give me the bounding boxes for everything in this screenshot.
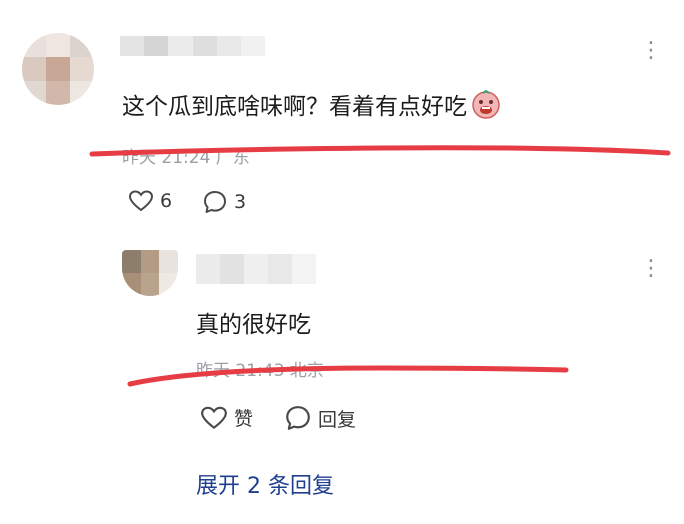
comment-bubble-icon (204, 191, 226, 213)
avatar-pixel (22, 33, 46, 57)
avatar-pixel (122, 250, 141, 273)
username-blurred[interactable] (120, 36, 266, 56)
annotation-underline (127, 365, 569, 387)
avatar-pixel (22, 81, 46, 105)
avatar-pixel (70, 81, 94, 105)
more-options-icon[interactable]: ⋮ (640, 258, 664, 280)
reply-count: 3 (234, 191, 247, 213)
like-button[interactable]: 赞 (200, 404, 253, 431)
username-blurred[interactable] (196, 254, 316, 284)
avatar-pixel (70, 33, 94, 57)
comment-text: 这个瓜到底啥味啊？看着有点好吃 (122, 87, 501, 121)
avatar-pixel (46, 57, 70, 81)
heart-icon (128, 190, 154, 212)
avatar-pixel (140, 250, 160, 273)
reply-text: 真的很好吃 (196, 312, 311, 338)
drooling-face-icon (472, 90, 500, 119)
reply-button[interactable]: 3 (202, 189, 246, 215)
comment-timestamp-location: 昨天 21:24 广东 (122, 148, 250, 168)
avatar-pixel (140, 273, 160, 296)
expand-replies-link[interactable]: 展开 2 条回复 (196, 468, 334, 500)
avatar-pixel (159, 273, 178, 296)
comment-bubble-icon (286, 406, 310, 430)
like-count: 6 (160, 190, 173, 212)
more-options-icon[interactable]: ⋮ (640, 40, 664, 62)
avatar-pixel (70, 57, 94, 81)
like-label: 赞 (234, 408, 254, 430)
like-button[interactable]: 6 (128, 189, 172, 213)
avatar-pixel (122, 273, 141, 296)
avatar-pixel (46, 33, 70, 57)
heart-icon (201, 406, 227, 429)
avatar-pixel (159, 250, 178, 273)
reply-timestamp-location: 昨天 21:43 北京 (196, 361, 324, 381)
avatar-pixel (22, 57, 46, 81)
avatar[interactable] (122, 250, 178, 296)
avatar[interactable] (22, 33, 94, 105)
reply-button[interactable]: 回复 (284, 404, 356, 432)
avatar-pixel (46, 81, 70, 105)
reply-label: 回复 (318, 408, 357, 431)
